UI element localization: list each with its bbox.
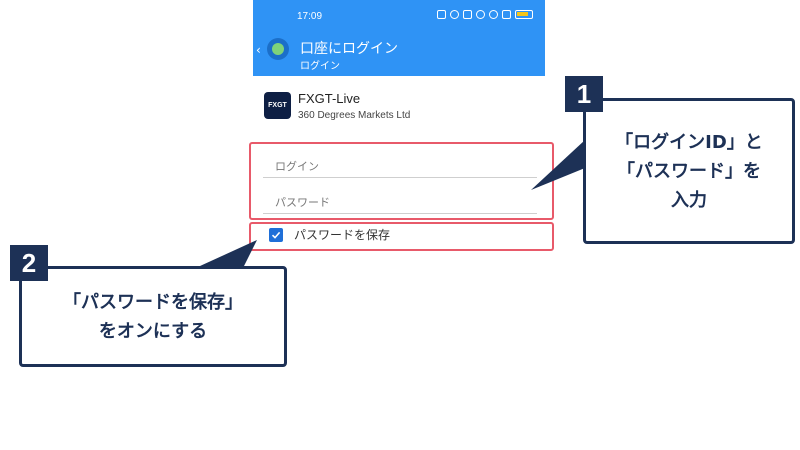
callout-2-pointer [200, 240, 257, 266]
callout-1-line-2: 「パスワード」を [617, 160, 761, 182]
callout-1-line-1: 「ログインID」と [615, 131, 763, 153]
callout-2: 「パスワードを保存」 をオンにする [19, 266, 287, 367]
callout-2-line-2: をオンにする [98, 320, 208, 342]
step-1-badge: 1 [565, 76, 603, 112]
step-2-badge: 2 [10, 245, 48, 281]
callout-1-line-3: 入力 [671, 189, 707, 211]
callout-2-line-1: 「パスワードを保存」 [63, 291, 243, 313]
callout-1: 「ログインID」と 「パスワード」を 入力 [583, 98, 795, 244]
callout-1-pointer [531, 140, 585, 190]
